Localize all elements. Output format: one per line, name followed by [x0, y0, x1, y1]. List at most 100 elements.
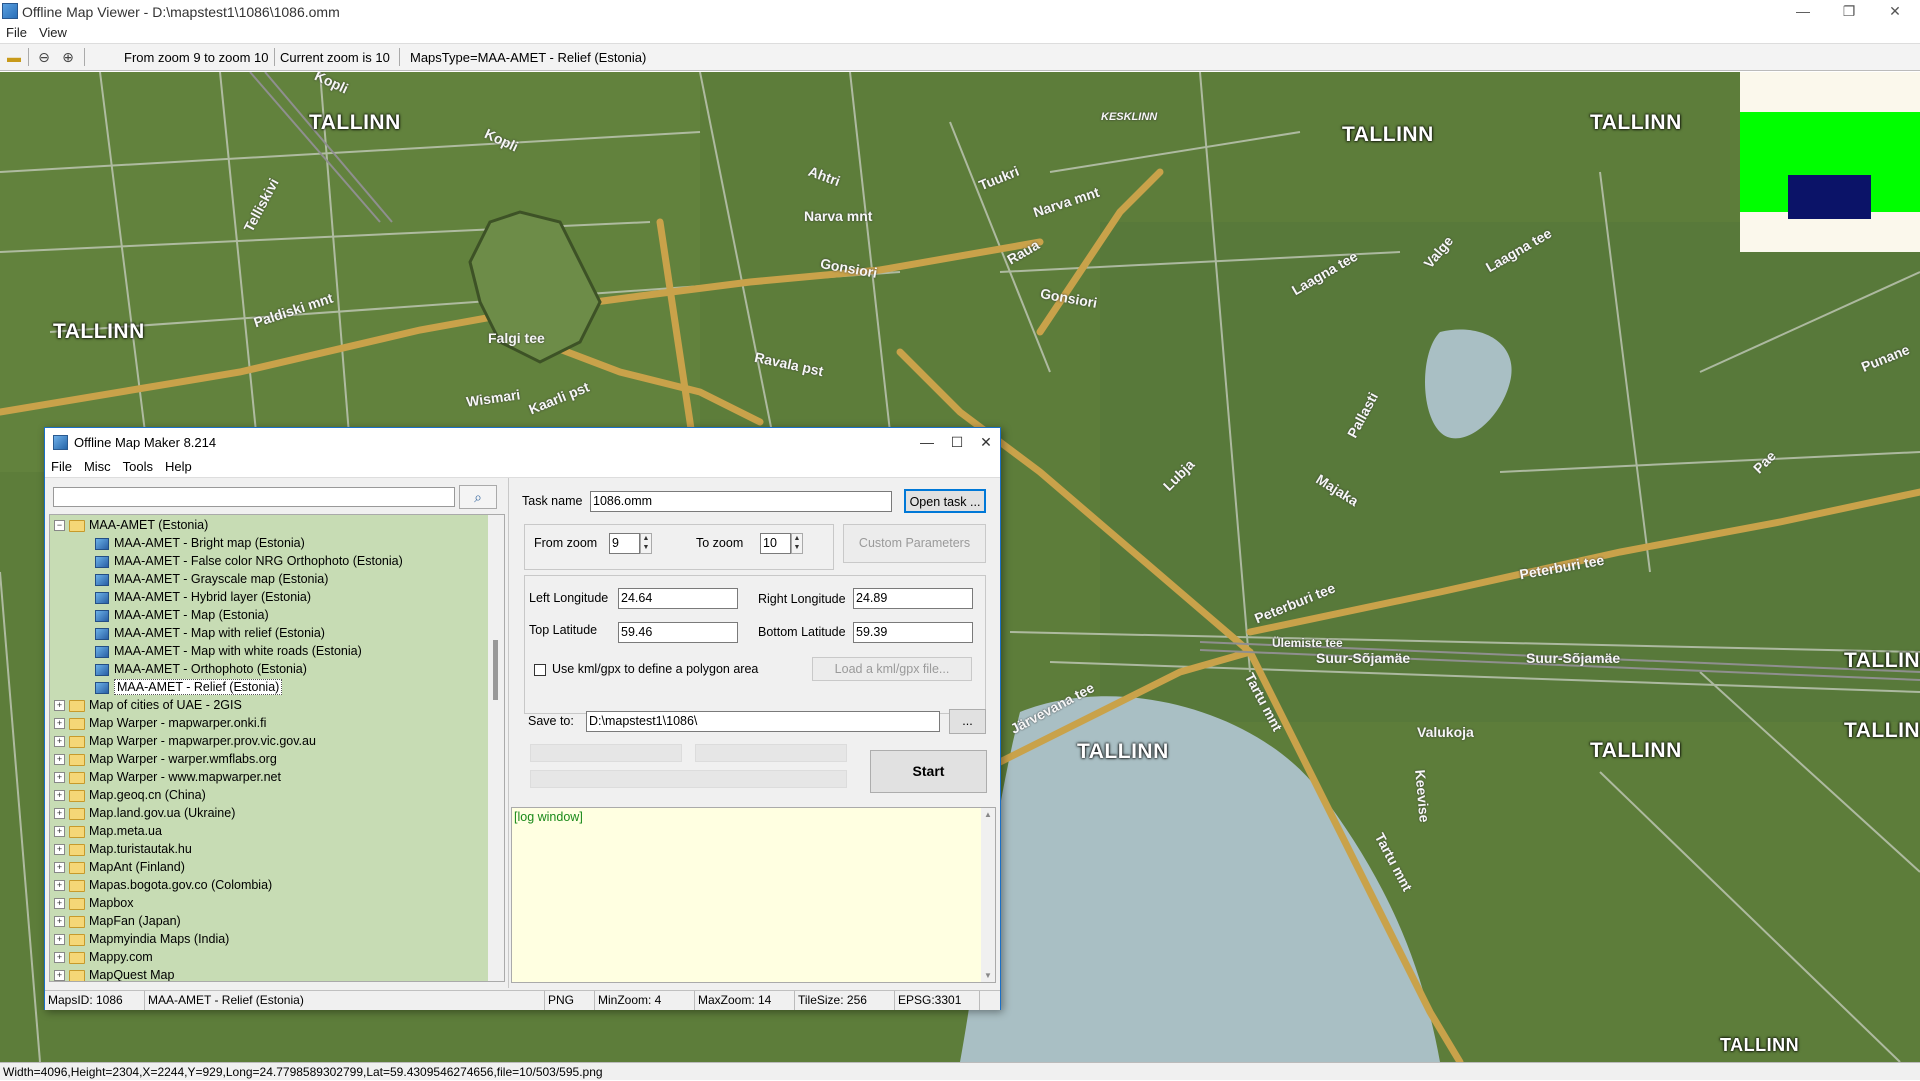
dialog-close-icon[interactable]: ✕	[971, 431, 1001, 453]
tree-folder[interactable]: + Mapas.bogota.gov.co (Colombia)	[54, 876, 272, 894]
viewer-status-bar: Width=4096,Height=2304,X=2244,Y=929,Long…	[0, 1062, 1920, 1080]
to-zoom-label: To zoom	[696, 536, 744, 550]
tree-item[interactable]: MAA-AMET - Grayscale map (Estonia)	[95, 570, 328, 588]
expand-icon[interactable]: +	[54, 718, 65, 730]
tree-folder[interactable]: + MapFan (Japan)	[54, 912, 181, 930]
expand-icon[interactable]: +	[54, 826, 65, 838]
menu-view[interactable]: View	[33, 24, 73, 42]
dialog-menu-misc[interactable]: Misc	[78, 457, 117, 477]
status-max-zoom: MaxZoom: 14	[695, 991, 795, 1010]
collapse-icon[interactable]: −	[54, 520, 65, 532]
custom-parameters-button[interactable]: Custom Parameters	[843, 524, 986, 563]
tree-folder[interactable]: + Map Warper - mapwarper.onki.fi	[54, 714, 266, 732]
tree-item[interactable]: MAA-AMET - Hybrid layer (Estonia)	[95, 588, 311, 606]
zoom-out-icon[interactable]: ⊖	[36, 49, 52, 65]
tree-folder[interactable]: + Map.geoq.cn (China)	[54, 786, 206, 804]
dialog-maximize-icon[interactable]: ☐	[942, 431, 972, 453]
expand-icon[interactable]: +	[54, 862, 65, 874]
tree-item[interactable]: MAA-AMET - Bright map (Estonia)	[95, 534, 305, 552]
tree-folder[interactable]: + Map.meta.ua	[54, 822, 162, 840]
bottom-latitude-input[interactable]: 59.39	[853, 622, 973, 643]
panel-splitter[interactable]	[508, 478, 509, 988]
map-icon	[95, 645, 109, 658]
right-longitude-input[interactable]: 24.89	[853, 588, 973, 609]
toolbar-separator	[274, 48, 275, 66]
tree-folder[interactable]: + Map of cities of UAE - 2GIS	[54, 696, 242, 714]
browse-button[interactable]: ...	[949, 709, 986, 734]
tree-item[interactable]: MAA-AMET - False color NRG Orthophoto (E…	[95, 552, 403, 570]
map-icon	[95, 681, 109, 694]
load-kml-button[interactable]: Load a kml/gpx file...	[812, 657, 972, 681]
kml-checkbox[interactable]	[534, 664, 546, 676]
expand-icon[interactable]: +	[54, 736, 65, 748]
tree-item[interactable]: MAA-AMET - Orthophoto (Estonia)	[95, 660, 307, 678]
save-to-input[interactable]: D:\mapstest1\1086\	[586, 711, 940, 732]
expand-icon[interactable]: +	[54, 772, 65, 784]
dialog-title-bar[interactable]: Offline Map Maker 8.214 — ☐ ✕	[45, 428, 1000, 457]
task-name-input[interactable]: 1086.omm	[590, 491, 892, 512]
from-zoom-input[interactable]: 9	[609, 533, 640, 554]
open-folder-icon[interactable]: ▬	[6, 49, 22, 65]
overview-minimap[interactable]	[1740, 72, 1920, 252]
expand-icon[interactable]: +	[54, 880, 65, 892]
zoom-range-text: From zoom 9 to zoom 10	[124, 50, 269, 65]
tree-folder[interactable]: + Mappy.com	[54, 948, 153, 966]
expand-icon[interactable]: +	[54, 952, 65, 964]
map-icon	[95, 555, 109, 568]
toolbar-separator	[399, 48, 400, 66]
zoom-in-icon[interactable]: ⊕	[60, 49, 76, 65]
tree-folder[interactable]: + Mapmyindia Maps (India)	[54, 930, 229, 948]
expand-icon[interactable]: +	[54, 934, 65, 946]
dialog-menu-help[interactable]: Help	[159, 457, 198, 477]
dialog-minimize-icon[interactable]: —	[912, 431, 942, 453]
expand-icon[interactable]: +	[54, 898, 65, 910]
tree-item[interactable]: MAA-AMET - Map (Estonia)	[95, 606, 269, 624]
tree-folder[interactable]: + MapAnt (Finland)	[54, 858, 185, 876]
minimize-icon[interactable]: —	[1780, 0, 1826, 24]
maps-tree[interactable]: − MAA-AMET (Estonia) MAA-AMET - Bright ma…	[49, 514, 505, 982]
expand-icon[interactable]: +	[54, 808, 65, 820]
tree-scrollbar[interactable]	[488, 515, 504, 981]
to-zoom-input[interactable]: 10	[760, 533, 791, 554]
from-zoom-spinner[interactable]: ▲ ▼	[640, 533, 652, 554]
scrollbar-thumb[interactable]	[493, 640, 498, 700]
expand-icon[interactable]: +	[54, 700, 65, 712]
folder-icon	[69, 825, 85, 838]
tree-item-selected[interactable]: MAA-AMET - Relief (Estonia)	[95, 678, 283, 696]
start-button[interactable]: Start	[870, 750, 987, 793]
to-zoom-spinner[interactable]: ▲ ▼	[791, 533, 803, 554]
tree-folder[interactable]: + Map.turistautak.hu	[54, 840, 192, 858]
dialog-menu-file[interactable]: File	[45, 457, 78, 477]
tree-folder-maa-amet[interactable]: − MAA-AMET (Estonia)	[54, 516, 208, 534]
tree-item[interactable]: MAA-AMET - Map with white roads (Estonia…	[95, 642, 362, 660]
current-zoom-text: Current zoom is 10	[280, 50, 390, 65]
tree-folder[interactable]: + Mapbox	[54, 894, 133, 912]
expand-icon[interactable]: +	[54, 970, 65, 981]
close-icon[interactable]: ✕	[1872, 0, 1918, 24]
restore-icon[interactable]: ❐	[1826, 0, 1872, 24]
expand-icon[interactable]: +	[54, 844, 65, 856]
left-longitude-input[interactable]: 24.64	[618, 588, 738, 609]
log-window[interactable]: [log window] ▲ ▼	[511, 807, 996, 983]
expand-icon[interactable]: +	[54, 790, 65, 802]
tree-folder[interactable]: + Map.land.gov.ua (Ukraine)	[54, 804, 235, 822]
expand-icon[interactable]: +	[54, 916, 65, 928]
dialog-menu-tools[interactable]: Tools	[117, 457, 159, 477]
left-longitude-label: Left Longitude	[529, 591, 609, 605]
scroll-down-icon[interactable]: ▼	[984, 971, 992, 980]
log-scrollbar[interactable]: ▲ ▼	[981, 808, 995, 982]
map-search-input[interactable]	[53, 487, 455, 507]
search-button[interactable]: ⌕	[459, 485, 497, 509]
tree-folder[interactable]: + Map Warper - www.mapwarper.net	[54, 768, 281, 786]
scroll-up-icon[interactable]: ▲	[984, 810, 992, 819]
menu-file[interactable]: File	[0, 24, 33, 42]
tree-folder[interactable]: + Map Warper - mapwarper.prov.vic.gov.au	[54, 732, 316, 750]
map-icon	[95, 591, 109, 604]
expand-icon[interactable]: +	[54, 754, 65, 766]
tree-item[interactable]: MAA-AMET - Map with relief (Estonia)	[95, 624, 325, 642]
top-latitude-input[interactable]: 59.46	[618, 622, 738, 643]
tree-folder[interactable]: + Map Warper - warper.wmflabs.org	[54, 750, 277, 768]
minimap-viewport[interactable]	[1788, 175, 1871, 219]
tree-folder[interactable]: + MapQuest Map	[54, 966, 174, 981]
open-task-button[interactable]: Open task ...	[904, 489, 986, 513]
